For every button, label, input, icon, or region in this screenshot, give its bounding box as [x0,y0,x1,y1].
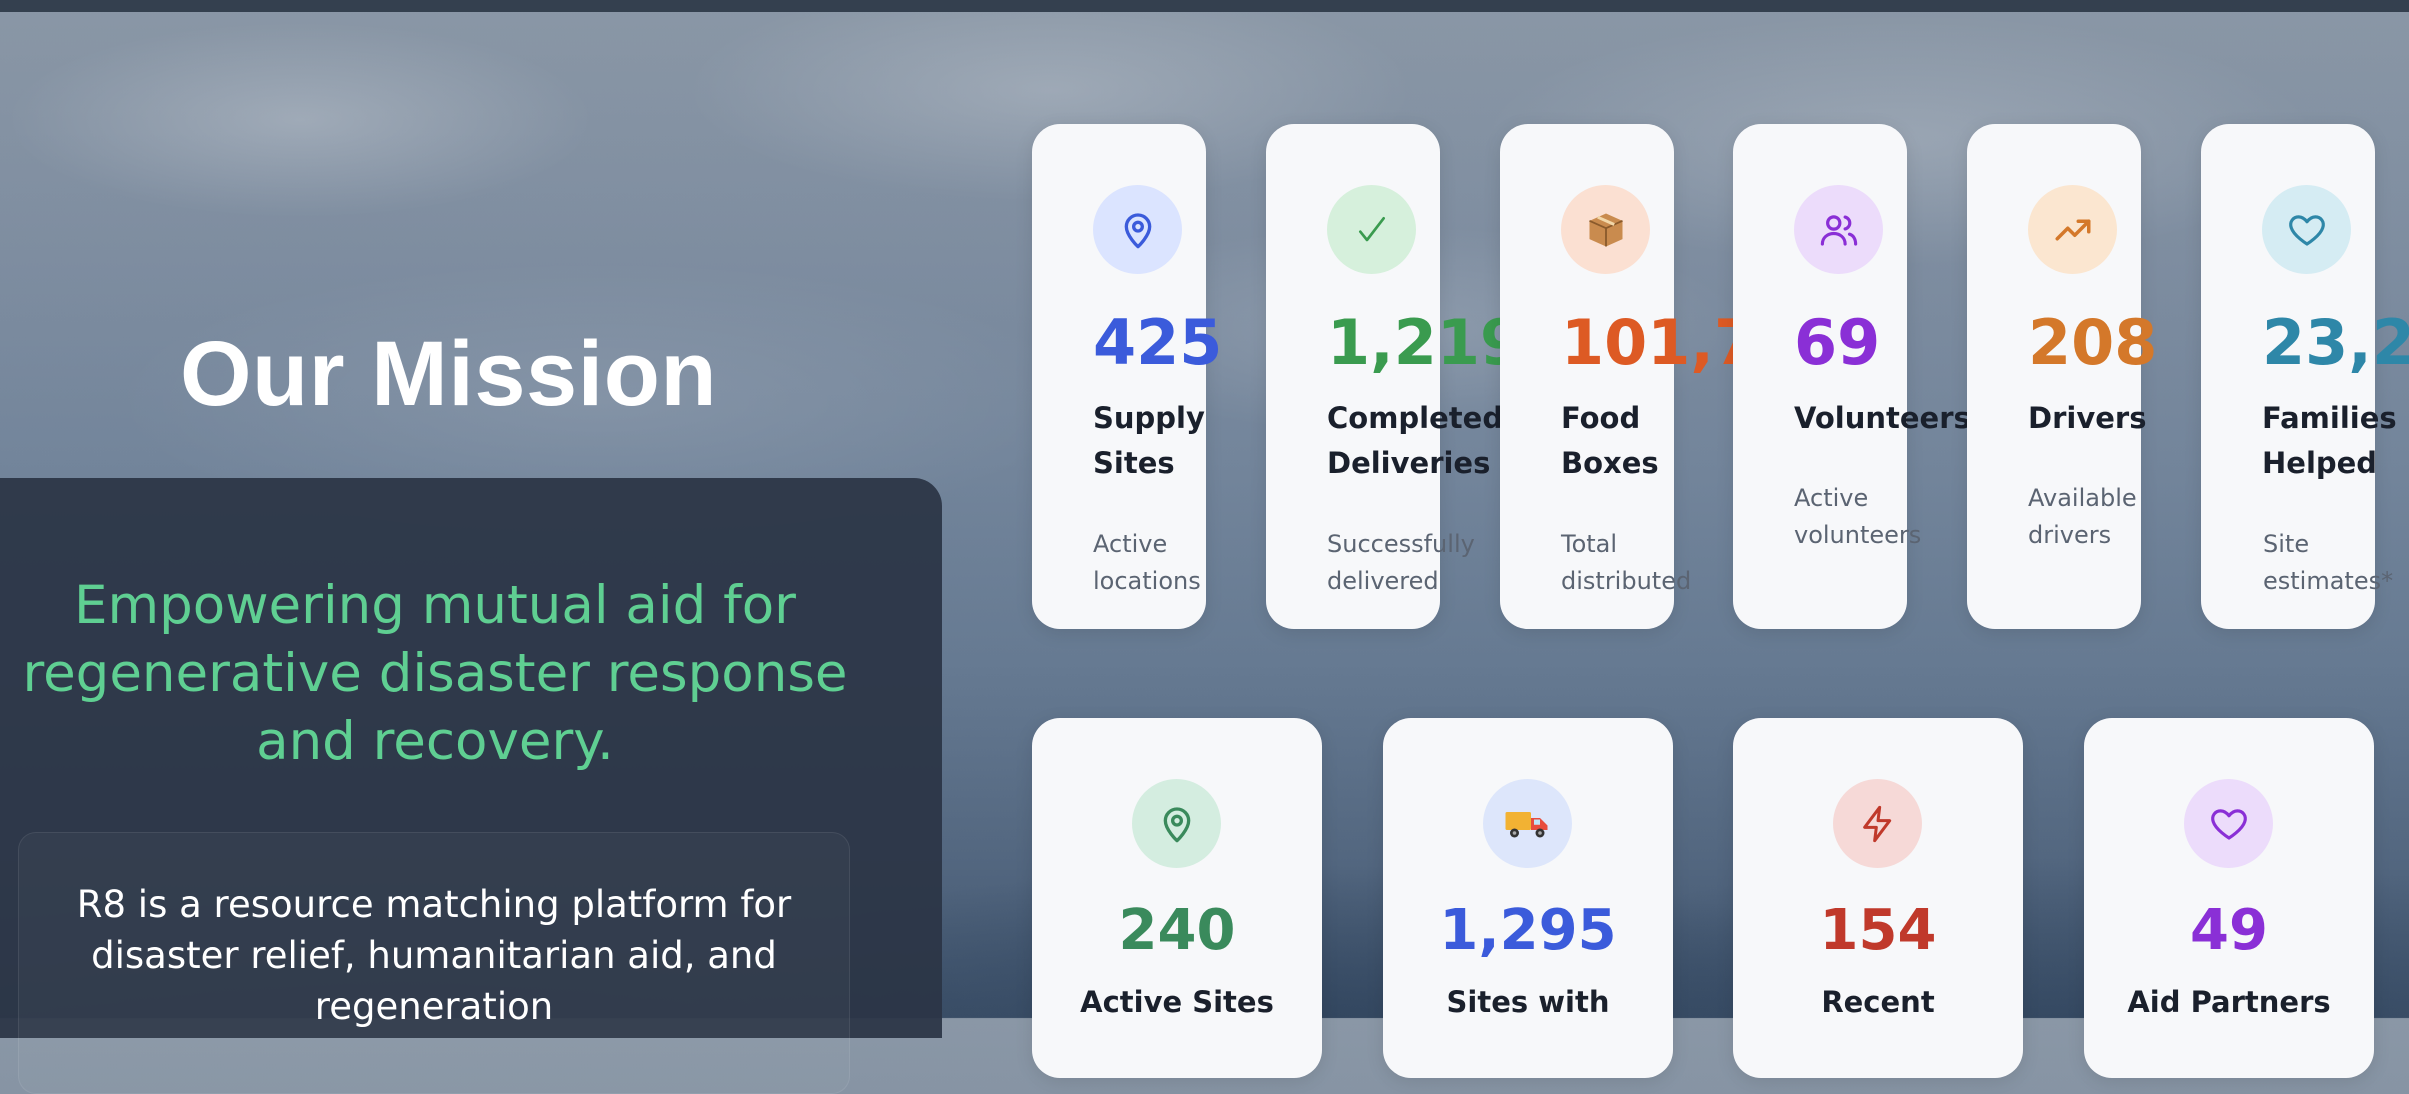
stat-card-drivers: 208 Drivers Available drivers [1967,124,2157,629]
stat-value: 154 [1819,898,1937,963]
mission-panel: Empowering mutual aid for regenerative d… [0,478,942,1094]
stat-subtitle: Site estimates* [2263,530,2394,595]
heart-icon [2262,185,2351,274]
mission-description-box: R8 is a resource matching platform for d… [18,832,850,1094]
stat-value: 208 [2028,306,2158,379]
stat-card-families-helped: 23,2 Families Helped Site estimates* [2201,124,2409,629]
stat-value: 1,295 [1439,898,1617,963]
stat-label: Supply Sites [1093,401,1205,480]
stat-label: Sites with [1446,985,1610,1019]
top-navigation-bar [0,0,2409,12]
stat-card-supply-sites: 425 Supply Sites Active locations [1032,124,1222,629]
stat-label: Families Helped [2262,401,2397,480]
stat-card-active-sites: 240 Active Sites [1032,718,1322,1078]
stat-subtitle: Successfully delivered [1327,530,1475,595]
mission-description: R8 is a resource matching platform for d… [76,883,792,1028]
users-icon [1794,185,1883,274]
stat-card-recent: 154 Recent [1733,718,2023,1078]
mission-tagline: Empowering mutual aid for regenerative d… [22,575,848,772]
heart-icon [2184,779,2273,868]
stat-label: Food Boxes [1561,401,1659,480]
stat-subtitle: Available drivers [2028,484,2137,549]
stat-subtitle: Active volunteers [1794,484,1922,549]
mission-title: Our Mission [180,323,718,425]
stat-value: 23,2 [2262,306,2409,379]
stat-subtitle: Active locations [1093,530,1201,595]
lightning-icon [1833,779,1922,868]
map-pin-icon [1093,185,1182,274]
stat-subtitle: Total distributed [1561,530,1692,595]
stat-card-aid-partners: 49 Aid Partners [2084,718,2374,1078]
stat-label: Completed Deliveries [1327,401,1504,480]
stat-card-food-boxes: 101,7 Food Boxes Total distributed [1500,124,1757,629]
stat-card-completed-deliveries: 1,219 Completed Deliveries Successfully … [1266,124,1523,629]
delivery-truck-icon [1483,779,1572,868]
stat-label: Drivers [2028,401,2147,435]
stat-value: 1,219 [1327,306,1524,379]
stat-value: 49 [2190,898,2268,963]
map-pin-icon [1132,779,1221,868]
stat-value: 425 [1093,306,1223,379]
stat-label: Volunteers [1794,401,1971,435]
stat-label: Active Sites [1080,985,1274,1019]
stat-label: Aid Partners [2127,985,2331,1019]
stat-value: 101,7 [1561,306,1758,379]
stat-card-volunteers: 69 Volunteers Active volunteers [1733,124,1971,629]
stat-value: 69 [1794,306,1881,379]
stat-card-sites-with: 1,295 Sites with [1383,718,1673,1078]
checkmark-icon [1327,185,1416,274]
stat-label: Recent [1821,985,1935,1019]
stat-value: 240 [1118,898,1236,963]
trending-up-icon [2028,185,2117,274]
package-icon [1561,185,1650,274]
